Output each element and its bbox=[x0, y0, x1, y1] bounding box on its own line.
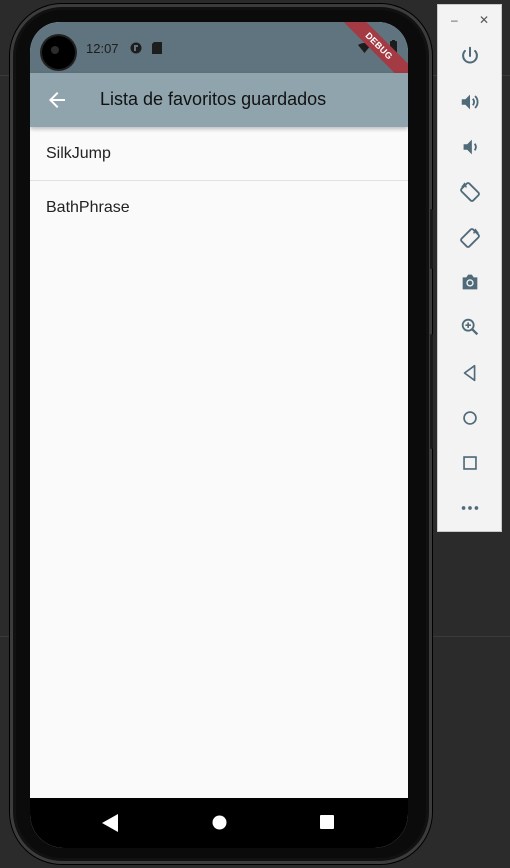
zoom-icon[interactable] bbox=[459, 316, 481, 338]
front-camera bbox=[42, 36, 75, 69]
camera-icon[interactable] bbox=[459, 271, 481, 293]
volume-down-icon[interactable] bbox=[459, 136, 481, 158]
list-item-label: SilkJump bbox=[46, 145, 111, 162]
more-icon[interactable] bbox=[459, 497, 481, 519]
home-icon[interactable] bbox=[459, 407, 481, 429]
sd-card-icon bbox=[152, 42, 162, 54]
volume-rocker bbox=[430, 209, 433, 269]
list-item[interactable]: BathPhrase bbox=[30, 181, 408, 234]
flutter-notification-icon bbox=[130, 42, 142, 54]
recents-square-icon[interactable] bbox=[320, 815, 334, 829]
app-bar: Lista de favoritos guardados bbox=[30, 73, 408, 127]
rotate-left-icon[interactable] bbox=[459, 181, 481, 203]
navigation-bar bbox=[30, 798, 408, 848]
status-time: 12:07 bbox=[86, 41, 119, 56]
back-icon[interactable] bbox=[459, 362, 481, 384]
close-button[interactable]: ✕ bbox=[479, 13, 489, 27]
emulator-toolbar: – ✕ bbox=[437, 4, 502, 532]
minimize-button[interactable]: – bbox=[451, 13, 458, 27]
arrow-back-icon[interactable] bbox=[44, 88, 70, 112]
overview-icon[interactable] bbox=[459, 452, 481, 474]
app-bar-title: Lista de favoritos guardados bbox=[100, 89, 327, 109]
device-screen: 12:07 DEBUG Lista de favoritos guardados… bbox=[30, 22, 408, 848]
rotate-right-icon[interactable] bbox=[459, 227, 481, 249]
list-item[interactable]: SilkJump bbox=[30, 127, 408, 181]
power-rocker bbox=[430, 334, 433, 449]
back-triangle-icon[interactable] bbox=[102, 814, 118, 832]
list-item-label: BathPhrase bbox=[46, 199, 130, 216]
favorites-list: SilkJump BathPhrase bbox=[30, 127, 408, 234]
status-bar: 12:07 DEBUG bbox=[30, 22, 408, 91]
home-circle-icon[interactable] bbox=[212, 815, 227, 830]
power-icon[interactable] bbox=[459, 45, 481, 67]
volume-up-icon[interactable] bbox=[459, 91, 481, 113]
